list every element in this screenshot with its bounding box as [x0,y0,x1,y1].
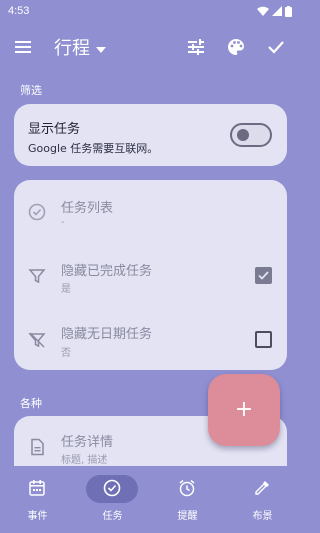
wifi-icon [257,6,269,16]
nav-label-events: 事件 [27,511,48,522]
filter-off-icon [28,331,46,349]
nav-label-themes: 布景 [252,511,273,522]
signal-icon [272,6,282,16]
section-label-filter: 筛选 [20,84,42,97]
top-app-bar: 行程 [0,24,300,70]
system-icons [257,5,292,17]
filter-list-card: 任务列表 - 隐藏已完成任务 是 隐藏无日期任务 否 [14,180,287,370]
eyedropper-icon [253,479,271,497]
status-bar: 4:53 [0,0,300,22]
hide-completed-value: 是 [61,284,71,295]
palette-icon[interactable] [226,37,246,57]
document-icon [28,438,46,456]
done-check-icon[interactable] [266,37,286,57]
task-list-label: 任务列表 [61,201,114,216]
display-tasks-switch[interactable] [230,123,272,147]
display-tasks-subtitle: Google 任务需要互联网。 [28,142,159,155]
dropdown-arrow-icon [96,38,106,57]
battery-icon [285,5,292,17]
page-title: 行程 [54,38,90,59]
check-circle-icon [28,203,46,221]
hide-completed-label: 隐藏已完成任务 [61,264,153,279]
view-selector[interactable]: 行程 [54,34,106,60]
nav-item-events[interactable]: 事件 [0,466,75,533]
status-time: 4:53 [8,5,30,17]
nav-item-tasks[interactable]: 任务 [75,466,150,533]
task-list-value: - [61,217,65,228]
nav-label-reminders: 提醒 [177,511,198,522]
nav-item-themes[interactable]: 布景 [225,466,300,533]
section-label-misc: 各种 [20,397,42,410]
list-item-task-list[interactable]: 任务列表 - [14,188,287,248]
calendar-icon [28,479,46,497]
hide-undated-value: 否 [61,348,71,359]
display-tasks-card[interactable]: 显示任务 Google 任务需要互联网。 [14,104,287,166]
alarm-icon [178,479,196,497]
filter-icon [28,267,46,285]
hide-completed-checkbox[interactable] [255,267,272,284]
task-details-label: 任务详情 [61,435,114,450]
plus-icon: + [234,397,254,422]
nav-item-reminders[interactable]: 提醒 [150,466,225,533]
switch-knob [237,129,249,141]
hide-undated-checkbox[interactable] [255,331,272,348]
nav-label-tasks: 任务 [102,511,123,522]
display-tasks-title: 显示任务 [28,122,81,137]
task-check-icon [103,479,121,497]
list-item-hide-undated[interactable]: 隐藏无日期任务 否 [14,310,287,370]
add-fab-button[interactable]: + [208,374,280,446]
hide-undated-label: 隐藏无日期任务 [61,327,153,342]
list-item-hide-completed[interactable]: 隐藏已完成任务 是 [14,250,287,310]
menu-icon[interactable] [14,38,32,56]
task-details-value: 标题, 描述 [61,455,108,466]
tune-icon[interactable] [186,37,206,57]
